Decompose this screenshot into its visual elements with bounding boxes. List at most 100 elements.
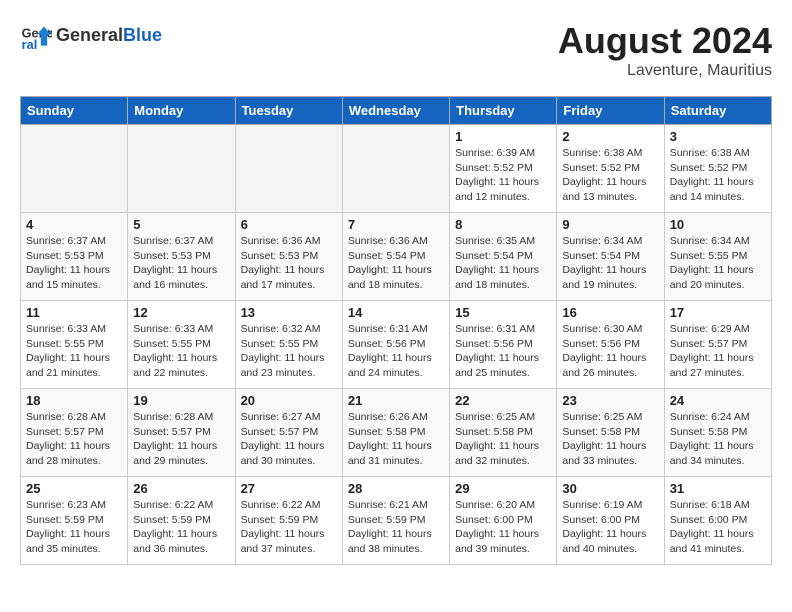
weekday-sunday: Sunday <box>21 97 128 125</box>
svg-text:ral: ral <box>22 37 38 52</box>
day-info: Sunrise: 6:25 AMSunset: 5:58 PMDaylight:… <box>562 410 658 469</box>
day-number: 18 <box>26 393 122 408</box>
calendar-cell: 28 Sunrise: 6:21 AMSunset: 5:59 PMDayligh… <box>342 477 449 565</box>
day-info: Sunrise: 6:32 AMSunset: 5:55 PMDaylight:… <box>241 322 337 381</box>
calendar-cell <box>128 125 235 213</box>
day-number: 29 <box>455 481 551 496</box>
week-row-4: 18 Sunrise: 6:28 AMSunset: 5:57 PMDayligh… <box>21 389 772 477</box>
day-number: 4 <box>26 217 122 232</box>
day-info: Sunrise: 6:27 AMSunset: 5:57 PMDaylight:… <box>241 410 337 469</box>
calendar-cell: 11Sunrise: 6:33 AMSunset: 5:55 PMDayligh… <box>21 301 128 389</box>
week-row-2: 4 Sunrise: 6:37 AMSunset: 5:53 PMDaylight… <box>21 213 772 301</box>
day-number: 6 <box>241 217 337 232</box>
logo-general: General <box>56 25 123 45</box>
day-number: 7 <box>348 217 444 232</box>
day-info: Sunrise: 6:38 AMSunset: 5:52 PMDaylight:… <box>670 146 766 205</box>
day-info: Sunrise: 6:18 AMSunset: 6:00 PMDaylight:… <box>670 498 766 557</box>
calendar-cell <box>342 125 449 213</box>
day-number: 11 <box>26 305 122 320</box>
day-info: Sunrise: 6:35 AMSunset: 5:54 PMDaylight:… <box>455 234 551 293</box>
day-info: Sunrise: 6:21 AMSunset: 5:59 PMDaylight:… <box>348 498 444 557</box>
calendar-cell: 26 Sunrise: 6:22 AMSunset: 5:59 PMDayligh… <box>128 477 235 565</box>
month-year: August 2024 <box>558 20 772 62</box>
day-info: Sunrise: 6:24 AMSunset: 5:58 PMDaylight:… <box>670 410 766 469</box>
day-info: Sunrise: 6:34 AMSunset: 5:54 PMDaylight:… <box>562 234 658 293</box>
day-info: Sunrise: 6:23 AMSunset: 5:59 PMDaylight:… <box>26 498 122 557</box>
day-number: 8 <box>455 217 551 232</box>
calendar-cell <box>21 125 128 213</box>
day-number: 21 <box>348 393 444 408</box>
day-info: Sunrise: 6:28 AMSunset: 5:57 PMDaylight:… <box>26 410 122 469</box>
weekday-header-row: SundayMondayTuesdayWednesdayThursdayFrid… <box>21 97 772 125</box>
calendar-cell: 2Sunrise: 6:38 AMSunset: 5:52 PMDaylight… <box>557 125 664 213</box>
day-info: Sunrise: 6:36 AMSunset: 5:54 PMDaylight:… <box>348 234 444 293</box>
calendar-cell: 13 Sunrise: 6:32 AMSunset: 5:55 PMDayligh… <box>235 301 342 389</box>
day-info: Sunrise: 6:22 AMSunset: 5:59 PMDaylight:… <box>133 498 229 557</box>
calendar-cell: 17 Sunrise: 6:29 AMSunset: 5:57 PMDayligh… <box>664 301 771 389</box>
calendar-table: SundayMondayTuesdayWednesdayThursdayFrid… <box>20 96 772 565</box>
day-number: 27 <box>241 481 337 496</box>
calendar-cell: 24 Sunrise: 6:24 AMSunset: 5:58 PMDayligh… <box>664 389 771 477</box>
day-number: 1 <box>455 129 551 144</box>
day-info: Sunrise: 6:37 AMSunset: 5:53 PMDaylight:… <box>133 234 229 293</box>
day-number: 9 <box>562 217 658 232</box>
day-number: 19 <box>133 393 229 408</box>
day-info: Sunrise: 6:33 AMSunset: 5:55 PMDaylight:… <box>133 322 229 381</box>
day-number: 31 <box>670 481 766 496</box>
day-number: 3 <box>670 129 766 144</box>
weekday-thursday: Thursday <box>450 97 557 125</box>
day-number: 12 <box>133 305 229 320</box>
day-number: 14 <box>348 305 444 320</box>
week-row-5: 25 Sunrise: 6:23 AMSunset: 5:59 PMDayligh… <box>21 477 772 565</box>
day-info: Sunrise: 6:25 AMSunset: 5:58 PMDaylight:… <box>455 410 551 469</box>
calendar-cell: 1Sunrise: 6:39 AMSunset: 5:52 PMDaylight… <box>450 125 557 213</box>
calendar-cell: 12 Sunrise: 6:33 AMSunset: 5:55 PMDayligh… <box>128 301 235 389</box>
calendar-cell: 14 Sunrise: 6:31 AMSunset: 5:56 PMDayligh… <box>342 301 449 389</box>
calendar-cell: 4Sunrise: 6:37 AMSunset: 5:53 PMDaylight… <box>21 213 128 301</box>
day-number: 15 <box>455 305 551 320</box>
calendar-cell: 6 Sunrise: 6:36 AMSunset: 5:53 PMDaylight… <box>235 213 342 301</box>
day-info: Sunrise: 6:36 AMSunset: 5:53 PMDaylight:… <box>241 234 337 293</box>
calendar-cell: 29 Sunrise: 6:20 AMSunset: 6:00 PMDayligh… <box>450 477 557 565</box>
weekday-friday: Friday <box>557 97 664 125</box>
day-number: 16 <box>562 305 658 320</box>
calendar-cell: 21 Sunrise: 6:26 AMSunset: 5:58 PMDayligh… <box>342 389 449 477</box>
day-number: 22 <box>455 393 551 408</box>
weekday-tuesday: Tuesday <box>235 97 342 125</box>
calendar-cell: 9 Sunrise: 6:34 AMSunset: 5:54 PMDaylight… <box>557 213 664 301</box>
day-number: 25 <box>26 481 122 496</box>
day-info: Sunrise: 6:29 AMSunset: 5:57 PMDaylight:… <box>670 322 766 381</box>
calendar-cell: 16Sunrise: 6:30 AMSunset: 5:56 PMDayligh… <box>557 301 664 389</box>
day-number: 13 <box>241 305 337 320</box>
day-number: 26 <box>133 481 229 496</box>
day-number: 20 <box>241 393 337 408</box>
day-info: Sunrise: 6:26 AMSunset: 5:58 PMDaylight:… <box>348 410 444 469</box>
day-number: 17 <box>670 305 766 320</box>
calendar-cell <box>235 125 342 213</box>
day-number: 5 <box>133 217 229 232</box>
calendar-cell: 5 Sunrise: 6:37 AMSunset: 5:53 PMDaylight… <box>128 213 235 301</box>
day-number: 30 <box>562 481 658 496</box>
calendar-cell: 18 Sunrise: 6:28 AMSunset: 5:57 PMDayligh… <box>21 389 128 477</box>
calendar-cell: 3 Sunrise: 6:38 AMSunset: 5:52 PMDaylight… <box>664 125 771 213</box>
calendar-cell: 19 Sunrise: 6:28 AMSunset: 5:57 PMDayligh… <box>128 389 235 477</box>
page-header: Gene ral GeneralBlue August 2024 Laventu… <box>20 20 772 80</box>
day-number: 28 <box>348 481 444 496</box>
calendar-cell: 31 Sunrise: 6:18 AMSunset: 6:00 PMDayligh… <box>664 477 771 565</box>
day-number: 2 <box>562 129 658 144</box>
calendar-cell: 30Sunrise: 6:19 AMSunset: 6:00 PMDayligh… <box>557 477 664 565</box>
weekday-wednesday: Wednesday <box>342 97 449 125</box>
day-number: 24 <box>670 393 766 408</box>
calendar-cell: 27 Sunrise: 6:22 AMSunset: 5:59 PMDayligh… <box>235 477 342 565</box>
title-block: August 2024 Laventure, Mauritius <box>558 20 772 80</box>
logo: Gene ral GeneralBlue <box>20 20 162 52</box>
calendar-cell: 23 Sunrise: 6:25 AMSunset: 5:58 PMDayligh… <box>557 389 664 477</box>
logo-icon: Gene ral <box>20 20 52 52</box>
day-number: 23 <box>562 393 658 408</box>
day-info: Sunrise: 6:28 AMSunset: 5:57 PMDaylight:… <box>133 410 229 469</box>
day-info: Sunrise: 6:31 AMSunset: 5:56 PMDaylight:… <box>348 322 444 381</box>
day-info: Sunrise: 6:22 AMSunset: 5:59 PMDaylight:… <box>241 498 337 557</box>
day-info: Sunrise: 6:20 AMSunset: 6:00 PMDaylight:… <box>455 498 551 557</box>
weekday-saturday: Saturday <box>664 97 771 125</box>
week-row-1: 1Sunrise: 6:39 AMSunset: 5:52 PMDaylight… <box>21 125 772 213</box>
